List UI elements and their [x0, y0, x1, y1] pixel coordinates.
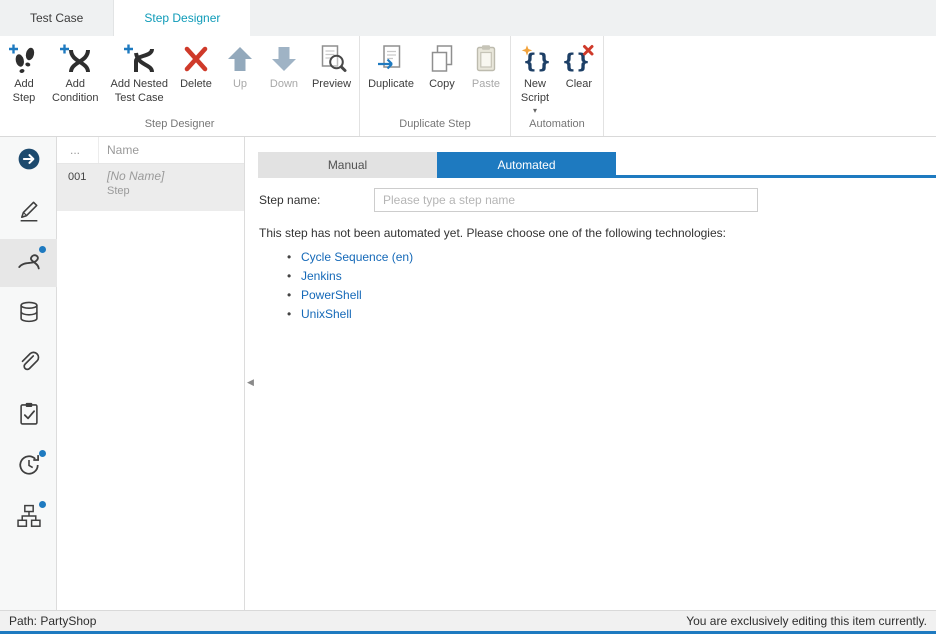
paste-button: Paste [464, 36, 508, 92]
down-button: Down [262, 36, 306, 92]
step-name: [No Name] [107, 169, 164, 183]
technology-item: Jenkins [287, 269, 936, 283]
tab-automated[interactable]: Automated [437, 152, 616, 178]
automation-form: Step name: This step has not been automa… [245, 178, 936, 326]
sidebar-item-steps[interactable] [0, 239, 57, 287]
new-script-icon: {} [519, 43, 551, 75]
paste-label: Paste [472, 78, 500, 92]
add-nested-test-case-button[interactable]: Add Nested Test Case [104, 36, 173, 106]
main-region: ... Name 001 [No Name] Step Manual Autom… [0, 137, 936, 610]
add-condition-button[interactable]: Add Condition [46, 36, 104, 106]
new-script-button[interactable]: {} New Script ▾ [513, 36, 557, 114]
copy-button[interactable]: Copy [420, 36, 464, 92]
column-header-name: Name [99, 143, 139, 157]
up-button: Up [218, 36, 262, 92]
step-type: Step [107, 185, 164, 197]
delete-button[interactable]: Delete [174, 36, 218, 92]
up-arrow-icon [224, 43, 256, 75]
step-name-input[interactable] [374, 188, 758, 212]
step-editor-panel: Manual Automated Step name: This step ha… [245, 137, 936, 610]
left-icon-sidebar [0, 137, 57, 610]
step-row[interactable]: 001 [No Name] Step [57, 164, 244, 211]
delete-icon [180, 43, 212, 75]
up-label: Up [233, 78, 247, 92]
ribbon-group-duplicate-step: Duplicate Copy [360, 36, 511, 136]
paste-icon [470, 43, 502, 75]
tab-step-designer[interactable]: Step Designer [114, 0, 250, 36]
tab-underline [616, 152, 936, 178]
duplicate-icon [375, 43, 407, 75]
step-number: 001 [57, 164, 99, 211]
sidebar-item-hierarchy[interactable] [0, 494, 57, 542]
preview-icon [316, 43, 348, 75]
document-tabbar: Test Case Step Designer [0, 0, 936, 36]
sidebar-item-edit[interactable] [0, 188, 57, 236]
sidebar-item-overview[interactable] [0, 137, 57, 185]
notification-dot [39, 246, 46, 253]
ribbon-group-label-step-designer: Step Designer [2, 118, 357, 136]
notification-dot [39, 450, 46, 457]
step-name-label: Step name: [259, 193, 374, 207]
technology-item: Cycle Sequence (en) [287, 250, 936, 264]
dropdown-caret-icon[interactable]: ▾ [533, 107, 537, 114]
duplicate-button[interactable]: Duplicate [362, 36, 420, 92]
ribbon-group-step-designer: Add Step Add Condition [0, 36, 360, 136]
add-nested-test-case-icon [123, 43, 155, 75]
step-mode-tabs: Manual Automated [245, 152, 936, 178]
add-condition-icon [59, 43, 91, 75]
add-step-label: Add Step [13, 78, 36, 106]
notification-dot [39, 501, 46, 508]
clear-button[interactable]: {} Clear [557, 36, 601, 92]
status-bar: Path: PartyShop You are exclusively edit… [0, 610, 936, 631]
down-label: Down [270, 78, 298, 92]
new-script-label: New Script [521, 78, 549, 106]
sidebar-item-data[interactable] [0, 290, 57, 338]
technology-item: PowerShell [287, 288, 936, 302]
preview-button[interactable]: Preview [306, 36, 357, 92]
collapse-panel-arrow-icon[interactable]: ◀ [247, 377, 254, 388]
circle-arrow-icon [16, 146, 42, 177]
ribbon-group-label-duplicate-step: Duplicate Step [362, 118, 508, 136]
attachment-paperclip-icon [16, 350, 42, 381]
add-nested-test-case-label: Add Nested Test Case [110, 78, 167, 106]
sidebar-item-history[interactable] [0, 443, 57, 491]
clear-icon: {} [563, 43, 595, 75]
technology-link-powershell[interactable]: PowerShell [301, 288, 362, 302]
tab-manual[interactable]: Manual [258, 152, 437, 178]
add-step-icon [8, 43, 40, 75]
steps-grid: ... Name 001 [No Name] Step [57, 137, 245, 610]
app-window: Test Case Step Designer Add Ste [0, 0, 936, 634]
history-clock-icon [16, 452, 42, 483]
ribbon-group-automation: {} New Script ▾ {} Clear [511, 36, 604, 136]
technology-item: UnixShell [287, 307, 936, 321]
status-editing-message: You are exclusively editing this item cu… [686, 614, 927, 628]
sidebar-item-tasks[interactable] [0, 392, 57, 440]
sidebar-item-attachments[interactable] [0, 341, 57, 389]
add-condition-label: Add Condition [52, 78, 98, 106]
ribbon-group-label-automation: Automation [513, 118, 601, 136]
edit-pencil-icon [16, 197, 42, 228]
clipboard-check-icon [16, 401, 42, 432]
add-step-button[interactable]: Add Step [2, 36, 46, 106]
preview-label: Preview [312, 78, 351, 92]
hierarchy-sitemap-icon [16, 503, 42, 534]
copy-label: Copy [429, 78, 455, 92]
ribbon-toolbar: Add Step Add Condition [0, 36, 936, 137]
duplicate-label: Duplicate [368, 78, 414, 92]
copy-icon [426, 43, 458, 75]
steps-grid-header: ... Name [57, 137, 244, 164]
technology-link-cycle-sequence[interactable]: Cycle Sequence (en) [301, 250, 413, 264]
delete-label: Delete [180, 78, 212, 92]
automation-message: This step has not been automated yet. Pl… [259, 226, 936, 240]
technology-list: Cycle Sequence (en) Jenkins PowerShell U… [287, 250, 936, 321]
column-header-number: ... [57, 137, 99, 163]
clear-label: Clear [566, 78, 592, 92]
test-steps-icon [16, 248, 42, 279]
database-icon [16, 299, 42, 330]
technology-link-jenkins[interactable]: Jenkins [301, 269, 342, 283]
status-path: Path: PartyShop [9, 614, 96, 628]
down-arrow-icon [268, 43, 300, 75]
tab-test-case[interactable]: Test Case [0, 0, 114, 36]
technology-link-unixshell[interactable]: UnixShell [301, 307, 352, 321]
